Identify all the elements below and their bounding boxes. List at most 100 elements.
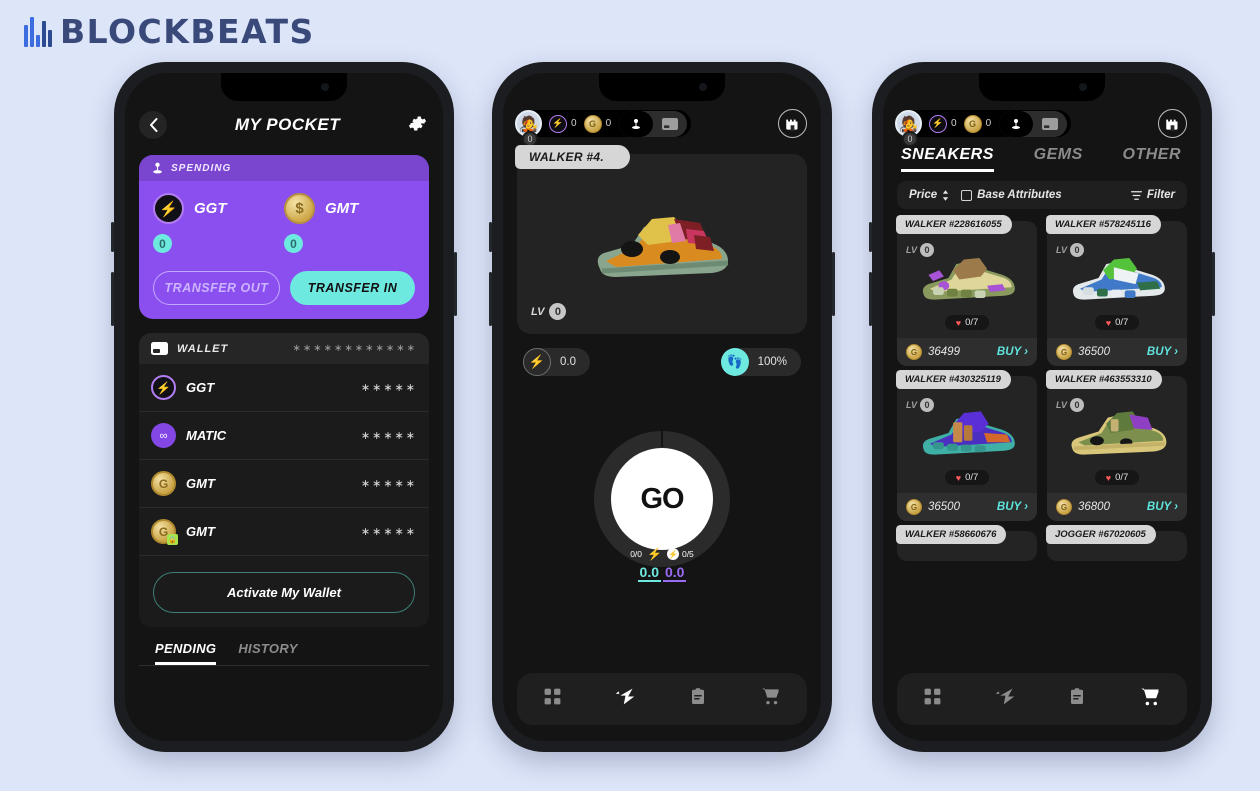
avatar-level-badge: 0 <box>902 131 918 147</box>
buy-button[interactable]: BUY › <box>997 346 1028 358</box>
card-hp: ♥ 0/7 <box>944 315 990 330</box>
wallet-row-gmt[interactable]: G GMT ∗∗∗∗∗ <box>139 460 429 508</box>
sneaker-card[interactable]: JOGGER #67020605 <box>1046 525 1187 561</box>
card-name-tag: WALKER #430325119 <box>896 370 1011 389</box>
sneaker-card[interactable]: WALKER #430325119 LV 0 ♥ 0/7 G 36500 BUY… <box>896 370 1037 521</box>
wallet-header[interactable]: WALLET ∗∗∗∗∗∗∗∗∗∗∗∗ <box>139 333 429 364</box>
gmt-coin-icon: G <box>1056 499 1072 515</box>
wallet-address-mask: ∗∗∗∗∗∗∗∗∗∗∗∗ <box>292 343 417 354</box>
gmt-coin-icon: G <box>906 499 922 515</box>
tab-history[interactable]: HISTORY <box>238 641 297 665</box>
equipped-sneaker-card[interactable]: WALKER #4. LV 0 <box>515 145 807 334</box>
marketplace-grid: WALKER #228616055 LV 0 ♥ 0/7 G 36499 BUY… <box>896 215 1187 521</box>
sneaker-card[interactable]: WALKER #228616055 LV 0 ♥ 0/7 G 36499 BUY… <box>896 215 1037 366</box>
go-right-fraction: 0/5 <box>681 549 694 559</box>
filter-control[interactable]: Filter <box>1130 189 1175 201</box>
buy-button[interactable]: BUY › <box>1147 346 1178 358</box>
card-level-label: LV <box>906 400 918 410</box>
currency-ggt[interactable]: ⚡ 0 <box>929 114 957 133</box>
segment-joystick-icon[interactable] <box>999 110 1034 137</box>
nav-bolt-icon[interactable] <box>615 686 636 713</box>
go-button-area: GO 0/0 ⚡ ⚡ 0/5 0.0 0.0 <box>594 431 730 582</box>
card-name-tag: JOGGER #67020605 <box>1046 525 1156 544</box>
wallet-row-gmt-locked[interactable]: G 🔒 GMT ∗∗∗∗∗ <box>139 508 429 556</box>
segment-card-icon[interactable] <box>1033 111 1067 137</box>
nav-clipboard-icon[interactable] <box>1068 687 1086 712</box>
wallet-row-ggt[interactable]: ⚡ GGT ∗∗∗∗∗ <box>139 364 429 412</box>
card-hp: ♥ 0/7 <box>1094 470 1140 485</box>
page-title: MY POCKET <box>234 115 341 134</box>
phone-notch <box>979 73 1105 101</box>
gmt-coin-icon: G <box>583 114 602 133</box>
card-footer: G 36800 BUY › <box>1047 493 1187 521</box>
segment-joystick-icon[interactable] <box>619 110 654 137</box>
base-attributes-checkbox[interactable]: Base Attributes <box>961 189 1062 201</box>
base-attributes-label: Base Attributes <box>977 189 1062 201</box>
buy-button[interactable]: BUY › <box>997 501 1028 513</box>
filter-label: Filter <box>1146 189 1175 201</box>
card-hp: ♥ 0/7 <box>1094 315 1140 330</box>
castle-icon[interactable] <box>1158 109 1187 138</box>
currency-gmt-value: 0 <box>985 118 992 129</box>
transfer-out-button[interactable]: TRANSFER OUT <box>153 271 280 305</box>
wallet-label: WALLET <box>177 342 229 355</box>
spending-card: SPENDING ⚡ GGT $ GMT 0 0 TRANSFER OUT TR… <box>139 155 429 319</box>
sneaker-card[interactable]: WALKER #578245116 LV 0 ♥ 0/7 G 36500 BUY… <box>1046 215 1187 366</box>
spending-token-gmt: $ GMT <box>284 193 415 224</box>
nav-cart-icon[interactable] <box>760 686 781 712</box>
spending-card-body: ⚡ GGT $ GMT 0 0 TRANSFER OUT TRANSFER IN <box>139 181 429 319</box>
tab-sneakers[interactable]: SNEAKERS <box>901 146 994 172</box>
card-level-value: 0 <box>1070 398 1085 412</box>
phone-mockup-my-pocket: MY POCKET SPENDING ⚡ GGT $ GMT 0 0 TRANS… <box>111 62 457 752</box>
sneaker-card[interactable]: WALKER #463553310 LV 0 ♥ 0/7 G 36800 BUY… <box>1046 370 1187 521</box>
transfer-in-button[interactable]: TRANSFER IN <box>290 271 415 305</box>
sneaker-level: LV 0 <box>531 303 567 320</box>
spending-token-ggt: ⚡ GGT <box>153 193 284 224</box>
card-level-label: LV <box>1056 400 1068 410</box>
tab-pending[interactable]: PENDING <box>155 641 217 665</box>
filter-icon <box>1130 190 1142 200</box>
gmt-coin-icon: $ <box>284 193 315 224</box>
wallet-row-matic[interactable]: ∞ MATIC ∗∗∗∗∗ <box>139 412 429 460</box>
currency-gmt[interactable]: G 0 <box>583 114 611 133</box>
marketplace-tabs: SNEAKERS GEMS OTHER <box>883 138 1201 172</box>
back-button[interactable] <box>139 111 167 139</box>
spending-gmt-value: 0 <box>284 234 303 253</box>
phone-mockup-marketplace: 🧑‍🎤 0 ⚡ 0 G 0 <box>869 62 1215 752</box>
spending-ggt-value: 0 <box>153 234 172 253</box>
sort-price-control[interactable]: Price <box>909 189 949 201</box>
segment-card-icon[interactable] <box>653 111 687 137</box>
currency-ggt-value: 0 <box>951 118 957 129</box>
card-name-tag: WALKER #58660676 <box>896 525 1007 544</box>
sneaker-card[interactable]: WALKER #58660676 <box>896 525 1037 561</box>
go-button[interactable]: GO <box>611 448 713 550</box>
gmt-coin-icon: G <box>1056 344 1072 360</box>
buy-button[interactable]: BUY › <box>1147 501 1178 513</box>
card-level-value: 0 <box>920 243 935 257</box>
activate-wallet-button[interactable]: Activate My Wallet <box>153 572 415 613</box>
phone-mockup-game-home: 🧑‍🎤 0 ⚡ 0 G 0 <box>489 62 835 752</box>
stat-durability: 👣 100% <box>720 348 801 376</box>
currency-ggt[interactable]: ⚡ 0 <box>549 114 577 133</box>
tab-gems[interactable]: GEMS <box>1034 146 1083 172</box>
nav-grid-icon[interactable] <box>923 687 942 712</box>
go-button-label: GO <box>640 482 684 515</box>
tab-other[interactable]: OTHER <box>1123 146 1182 172</box>
nav-cart-icon[interactable] <box>1139 686 1161 713</box>
wallet-row-name: GMT <box>186 524 215 539</box>
sneaker-level-value: 0 <box>549 303 567 320</box>
gear-icon[interactable] <box>408 114 427 137</box>
nav-clipboard-icon[interactable] <box>689 687 707 712</box>
nav-grid-icon[interactable] <box>543 687 562 712</box>
card-hp-value: 0/7 <box>965 317 979 328</box>
currency-gmt[interactable]: G 0 <box>963 114 992 133</box>
card-level-value: 0 <box>920 398 935 412</box>
castle-icon[interactable] <box>778 109 807 138</box>
bolt-icon: ⚡ <box>647 547 662 561</box>
card-price: 36499 <box>928 346 960 358</box>
phone3-screen: 🧑‍🎤 0 ⚡ 0 G 0 <box>883 73 1201 741</box>
wallet-row-amount: ∗∗∗∗∗ <box>360 526 417 538</box>
ggt-coin-icon: ⚡ <box>549 114 567 133</box>
nav-bolt-icon[interactable] <box>995 686 1016 713</box>
card-price: 36800 <box>1078 501 1110 513</box>
